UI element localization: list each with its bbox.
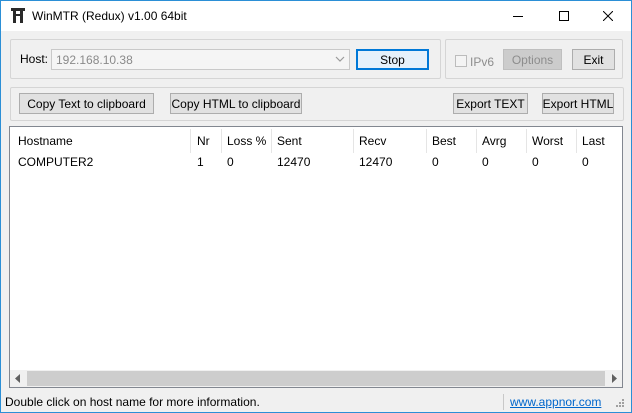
column-divider[interactable] [353,129,354,153]
horizontal-scrollbar[interactable] [10,370,622,387]
column-header-avrg[interactable]: Avrg [482,134,506,148]
ipv6-checkbox[interactable] [455,55,467,67]
column-divider[interactable] [526,129,527,153]
cell-recv: 12470 [359,155,393,169]
exit-button[interactable]: Exit [572,49,615,70]
status-divider [503,394,504,410]
cell-avrg: 0 [482,155,489,169]
window-title: WinMTR (Redux) v1.00 64bit [32,9,187,23]
chevron-down-icon[interactable] [335,56,345,63]
close-button[interactable] [585,1,631,31]
website-link[interactable]: www.appnor.com [510,395,601,409]
column-header-loss[interactable]: Loss % [227,134,266,148]
cell-sent: 12470 [277,155,311,169]
cell-last: 0 [582,155,589,169]
cell-best: 0 [432,155,439,169]
cell-nr: 1 [197,155,204,169]
export-html-button[interactable]: Export HTML [542,93,614,114]
stop-button[interactable]: Stop [356,49,429,70]
host-input[interactable]: 192.168.10.38 [56,53,133,67]
winmtr-app-icon [11,8,25,23]
status-message: Double click on host name for more infor… [5,395,260,409]
winmtr-window: WinMTR (Redux) v1.00 64bit Host: 192.168… [0,0,632,413]
cell-hostname[interactable]: COMPUTER2 [18,155,93,169]
column-divider[interactable] [221,129,222,153]
column-divider[interactable] [476,129,477,153]
host-combobox[interactable]: 192.168.10.38 [51,49,350,70]
column-divider[interactable] [576,129,577,153]
scroll-left-icon[interactable] [15,374,21,383]
maximize-icon [559,11,569,21]
column-header-worst[interactable]: Worst [532,134,563,148]
column-header-last[interactable]: Last [582,134,605,148]
column-header-recv[interactable]: Recv [359,134,386,148]
column-divider[interactable] [426,129,427,153]
results-listview[interactable]: Hostname Nr Loss % Sent Recv Best Avrg W… [9,126,623,388]
status-bar: Double click on host name for more infor… [1,392,631,412]
copy-text-button[interactable]: Copy Text to clipboard [19,93,154,114]
ipv6-label: IPv6 [470,55,495,69]
scroll-right-icon[interactable] [611,374,617,383]
minimize-button[interactable] [495,1,541,31]
scrollbar-thumb[interactable] [27,371,605,386]
copy-html-button[interactable]: Copy HTML to clipboard [170,93,302,114]
host-label: Host: [20,52,49,66]
column-header-hostname[interactable]: Hostname [18,134,73,148]
column-header-best[interactable]: Best [432,134,456,148]
column-divider[interactable] [271,129,272,153]
column-header-sent[interactable]: Sent [277,134,302,148]
cell-loss: 0 [227,155,234,169]
minimize-icon [513,16,523,17]
options-button[interactable]: Options [503,49,562,70]
close-icon [603,11,613,21]
column-divider[interactable] [190,129,191,153]
resize-grip-icon[interactable] [613,396,625,408]
maximize-button[interactable] [541,1,587,31]
column-header-nr[interactable]: Nr [197,134,210,148]
cell-worst: 0 [532,155,539,169]
export-text-button[interactable]: Export TEXT [453,93,528,114]
title-bar[interactable]: WinMTR (Redux) v1.00 64bit [1,1,631,31]
